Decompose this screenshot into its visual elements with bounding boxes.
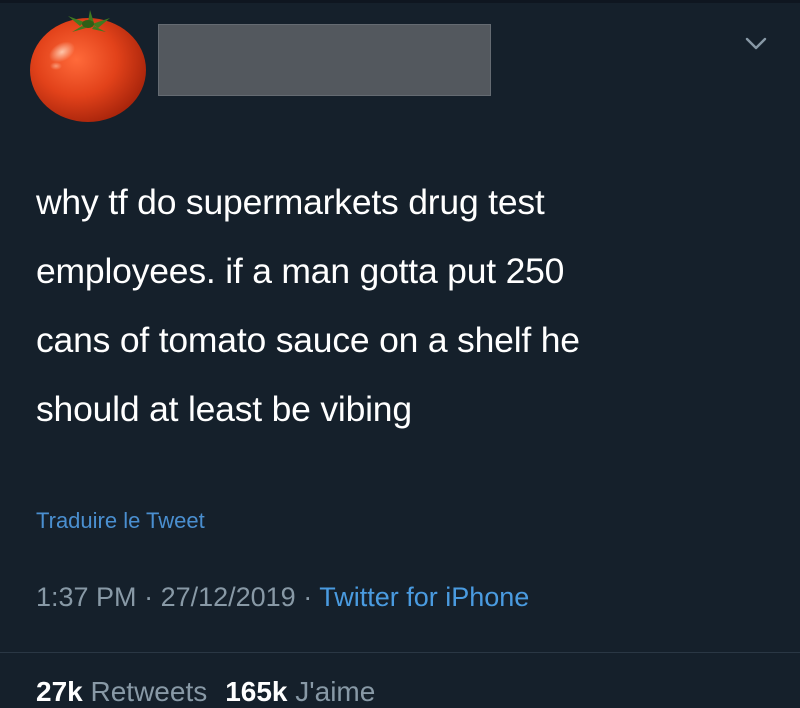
retweets-label: Retweets <box>90 676 208 707</box>
likes-stat[interactable]: 165k J'aime <box>225 676 375 707</box>
tweet-time: 1:37 PM <box>36 582 137 612</box>
likes-label: J'aime <box>295 676 376 707</box>
retweets-stat[interactable]: 27k Retweets <box>36 676 207 707</box>
tweet-date: 27/12/2019 <box>160 582 296 612</box>
meta-separator: · <box>136 582 161 612</box>
retweets-count: 27k <box>36 676 83 707</box>
tweet-text-line: why tf do supermarkets drug test <box>36 182 545 222</box>
tweet-source-link[interactable]: Twitter for iPhone <box>319 582 529 612</box>
tomato-avatar-icon[interactable] <box>28 10 150 124</box>
redacted-username <box>158 24 491 96</box>
top-edge <box>0 0 800 3</box>
tweet-text: why tf do supermarkets drug test employe… <box>36 168 776 444</box>
divider <box>0 652 800 653</box>
tweet-text-line: employees. if a man gotta put 250 <box>36 251 565 291</box>
tweet-text-line: cans of tomato sauce on a shelf he <box>36 320 580 360</box>
meta-separator: · <box>295 582 320 612</box>
engagement-stats: 27k Retweets 165k J'aime <box>36 676 375 708</box>
tweet-text-line: should at least be vibing <box>36 389 412 429</box>
likes-count: 165k <box>225 676 288 707</box>
tweet-meta: 1:37 PM · 27/12/2019 · Twitter for iPhon… <box>36 582 529 613</box>
chevron-down-icon[interactable] <box>744 36 768 52</box>
translate-tweet-link[interactable]: Traduire le Tweet <box>36 508 205 534</box>
